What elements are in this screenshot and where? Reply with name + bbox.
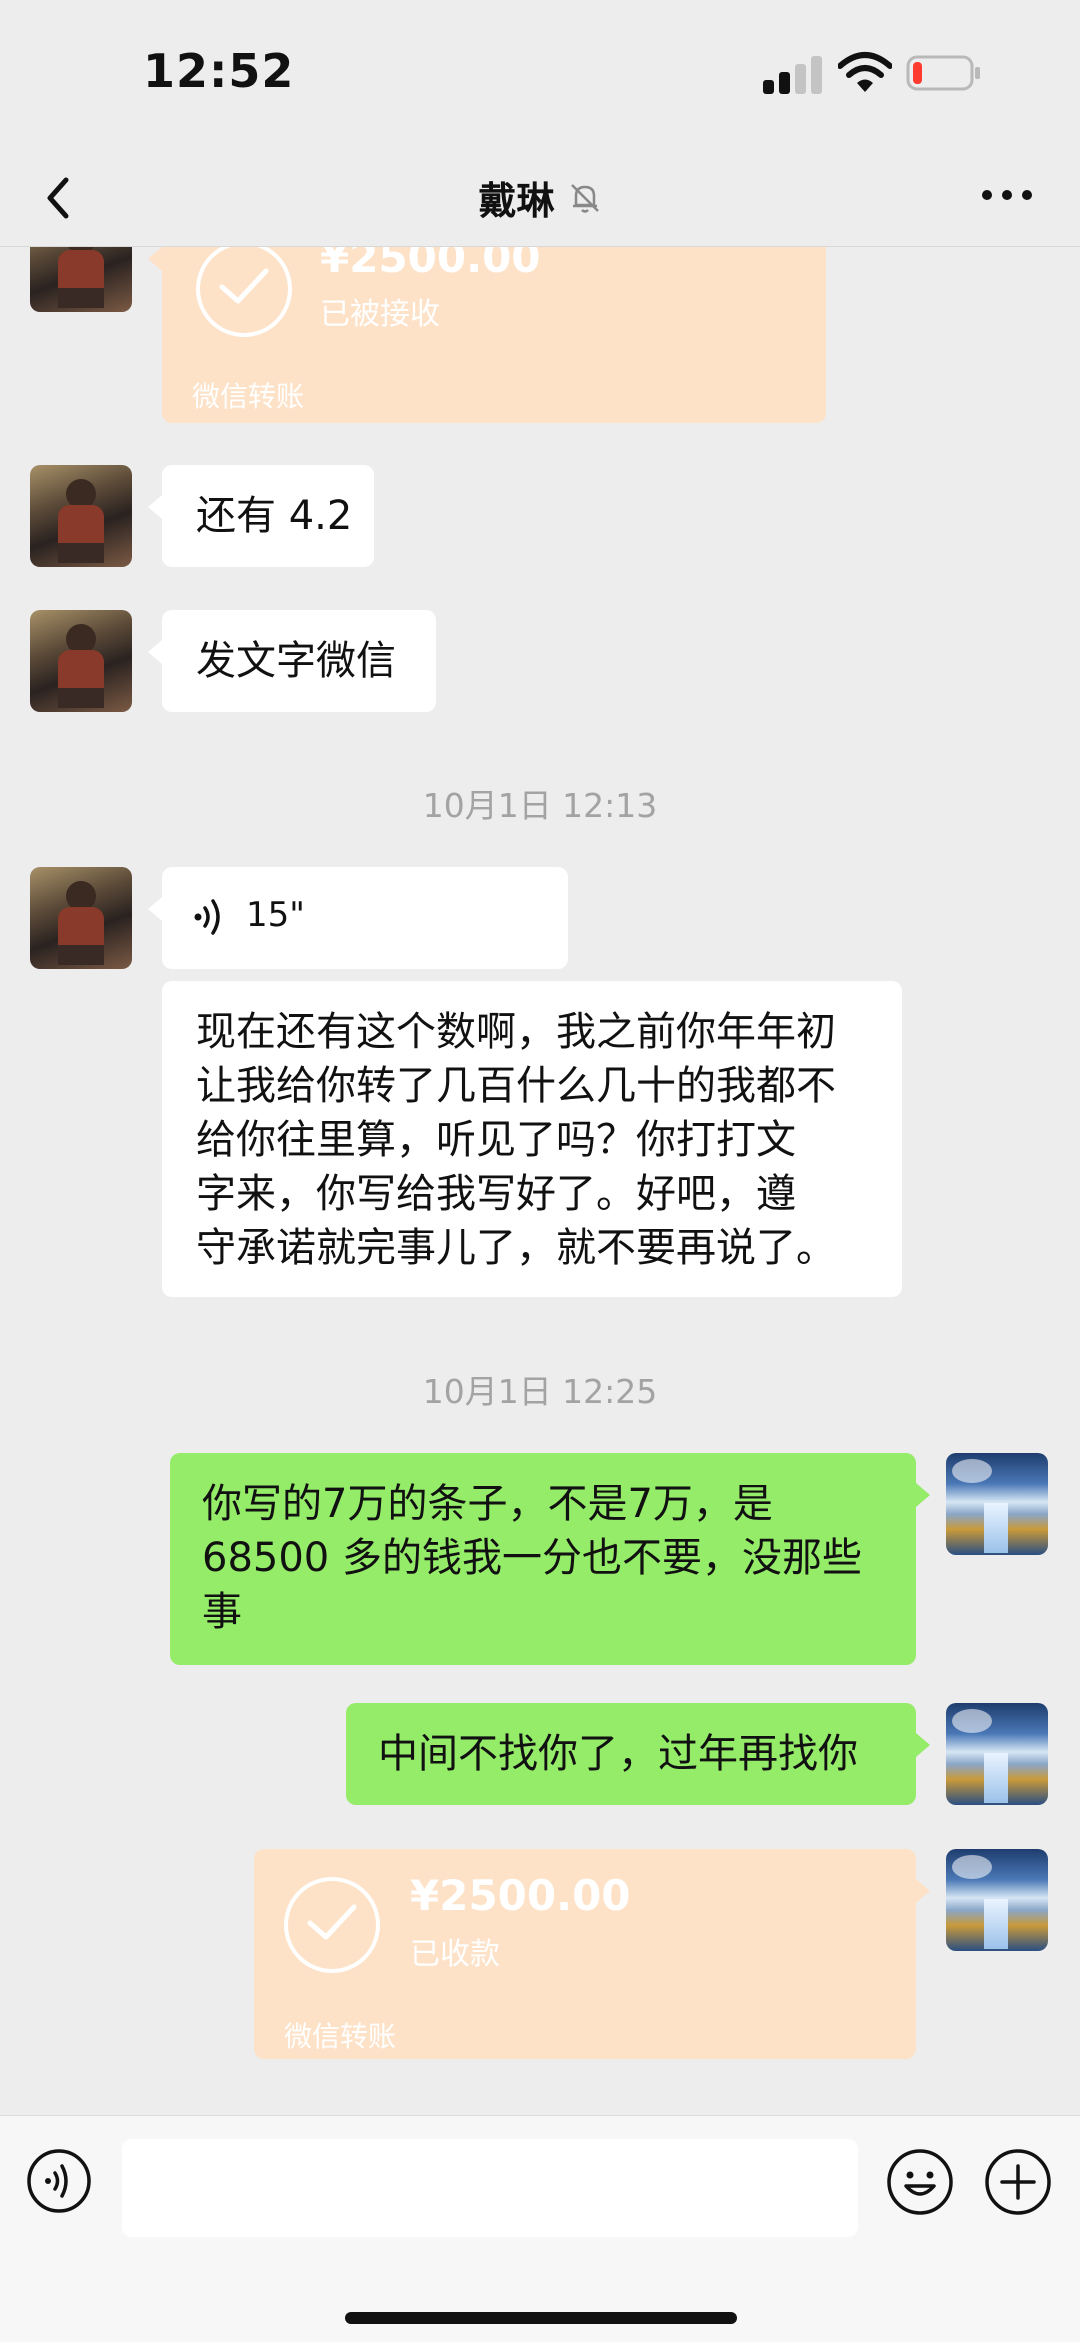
message-text-lines: 现在还有这个数啊，我之前你年年初 让我给你转了几百什么几十的我都不 给你往里算，… <box>196 1005 836 1275</box>
mute-bell-icon <box>570 183 599 213</box>
message-bubble[interactable]: 还有 4.2 <box>148 465 374 567</box>
transfer-amount: ¥2500.00 <box>410 1871 631 1920</box>
transfer-footer: 微信转账 <box>284 2020 397 2053</box>
input-bar <box>0 2115 1080 2342</box>
message-line: 现在还有这个数啊，我之前你年年初 <box>196 1009 836 1055</box>
voice-message-bubble[interactable]: 15" <box>148 867 568 969</box>
emoji-icon[interactable] <box>886 2148 954 2216</box>
transfer-card-received[interactable]: ¥2500.00 已被接收 微信转账 <box>148 247 826 423</box>
message-input[interactable] <box>122 2139 858 2237</box>
home-indicator[interactable] <box>345 2312 737 2324</box>
battery-icon <box>906 55 980 91</box>
title-area: 戴琳 <box>0 170 1080 225</box>
message-text-lines: 你写的7万的条子，不是7万，是 68500 多的钱我一分也不要，没那些 事 <box>202 1477 862 1639</box>
voice-wave-icon <box>194 899 220 935</box>
check-circle-icon <box>196 247 292 337</box>
my-avatar[interactable] <box>946 1849 1048 1951</box>
my-avatar[interactable] <box>946 1453 1048 1555</box>
cellular-signal-icon <box>763 56 825 94</box>
transfer-status: 已收款 <box>410 1937 500 1972</box>
message-line: 给你往里算，听见了吗？你打打文 <box>196 1117 796 1163</box>
contact-avatar[interactable] <box>30 247 132 312</box>
status-bar: 12:52 <box>0 0 1080 150</box>
message-list[interactable]: ¥2500.00 已被接收 微信转账 还有 4.2 发文字微信 10月1日 12… <box>0 247 1080 2115</box>
transfer-card-sent[interactable]: ¥2500.00 已收款 微信转账 <box>254 1849 930 2059</box>
message-text: 发文字微信 <box>196 638 396 684</box>
message-line: 事 <box>202 1589 242 1635</box>
message-bubble[interactable]: 现在还有这个数啊，我之前你年年初 让我给你转了几百什么几十的我都不 给你往里算，… <box>162 981 902 1297</box>
message-line: 你写的7万的条子，不是7万，是 <box>202 1481 773 1527</box>
chat-title[interactable]: 戴琳 <box>478 179 554 223</box>
timestamp: 10月1日 12:25 <box>422 1372 658 1411</box>
status-time: 12:52 <box>143 44 295 98</box>
message-line: 让我给你转了几百什么几十的我都不 <box>196 1063 836 1109</box>
voice-icon[interactable] <box>26 2148 92 2214</box>
timestamp: 10月1日 12:13 <box>422 786 658 825</box>
message-text: 中间不找你了，过年再找你 <box>378 1731 858 1777</box>
sent-message-bubble[interactable]: 你写的7万的条子，不是7万，是 68500 多的钱我一分也不要，没那些 事 <box>170 1453 930 1665</box>
wifi-icon <box>838 52 892 92</box>
voice-duration: 15" <box>246 895 305 935</box>
message-text: 还有 4.2 <box>196 493 353 539</box>
message-bubble[interactable]: 发文字微信 <box>148 610 436 712</box>
contact-avatar[interactable] <box>30 610 132 712</box>
message-line: 字来，你写给我写好了。好吧，遵 <box>196 1171 796 1217</box>
contact-avatar[interactable] <box>30 867 132 969</box>
message-line: 68500 多的钱我一分也不要，没那些 <box>202 1535 862 1581</box>
message-line: 守承诺就完事儿了，就不要再说了。 <box>196 1225 836 1271</box>
my-avatar[interactable] <box>946 1703 1048 1805</box>
sent-message-bubble[interactable]: 中间不找你了，过年再找你 <box>346 1703 930 1805</box>
contact-avatar[interactable] <box>30 465 132 567</box>
transfer-status: 已被接收 <box>320 297 440 332</box>
plus-icon[interactable] <box>984 2148 1052 2216</box>
transfer-footer: 微信转账 <box>192 380 305 413</box>
chat-header: 戴琳 <box>0 150 1080 247</box>
more-icon[interactable] <box>982 186 1034 206</box>
transfer-amount: ¥2500.00 <box>320 247 541 282</box>
check-circle-icon <box>284 1877 380 1973</box>
